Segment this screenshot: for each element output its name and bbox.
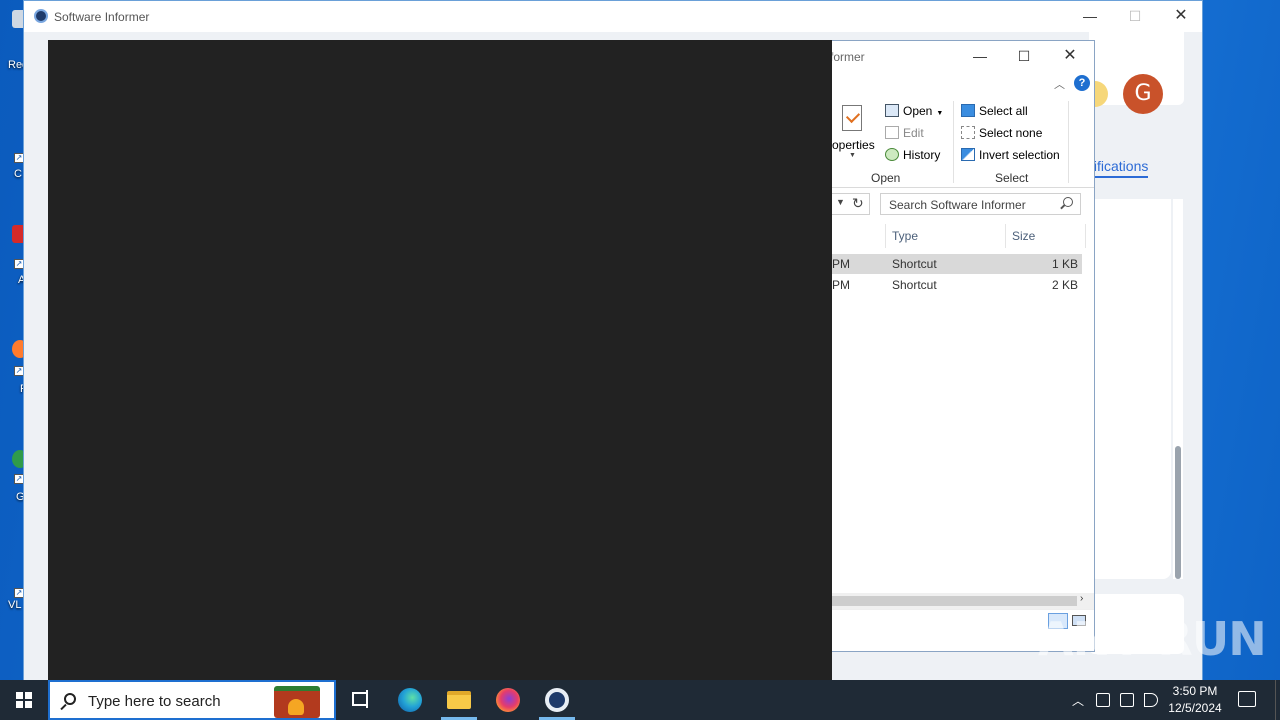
fireplace-search-highlight-icon: [274, 686, 320, 718]
properties-icon[interactable]: [842, 105, 862, 131]
scrollbar-thumb[interactable]: [1175, 446, 1181, 579]
address-bar[interactable]: ▼ ↻: [832, 193, 870, 215]
search-icon: [64, 693, 76, 705]
clock-date: 12/5/2024: [1168, 701, 1222, 715]
select-group-label: Select: [995, 171, 1029, 185]
file-row[interactable]: PM Shortcut 2 KB: [832, 275, 1082, 295]
chevron-down-icon[interactable]: ▼: [836, 197, 845, 207]
taskbar: Type here to search ︿ 3:50 PM 12/5/2024: [0, 680, 1280, 720]
chevron-down-icon[interactable]: ▼: [849, 152, 856, 159]
file-explorer-window: former — ☐ ✕ ︿ ? roperties ▼ Open ▼ Edit …: [832, 40, 1095, 652]
history-icon: [885, 148, 899, 161]
windows-logo-icon: [16, 692, 32, 708]
title-bar[interactable]: Software Informer — ☐ ✕: [24, 1, 1202, 32]
desktop-icon-label: VL: [8, 599, 22, 611]
invert-selection-icon: [961, 148, 975, 161]
ribbon: roperties ▼ Open ▼ Edit History Open Sele…: [832, 97, 1094, 188]
window-title: former: [832, 50, 865, 64]
volume-icon[interactable]: [1144, 693, 1158, 707]
minimize-button[interactable]: —: [958, 41, 1002, 71]
scroll-right-arrow-icon[interactable]: ›: [1080, 593, 1083, 604]
tab-notifications[interactable]: tifications: [1090, 158, 1149, 178]
horizontal-scrollbar[interactable]: ›: [832, 593, 1094, 609]
clock-time: 3:50 PM: [1172, 684, 1218, 698]
ribbon-divider: [953, 101, 954, 183]
edit-icon: [885, 126, 899, 139]
history-label: History: [903, 148, 941, 162]
search-placeholder: Search Software Informer: [889, 198, 1026, 212]
search-placeholder: Type here to search: [88, 693, 221, 710]
software-informer-icon: [545, 688, 569, 712]
notification-center-icon[interactable]: [1238, 691, 1256, 707]
clock[interactable]: 3:50 PM 12/5/2024: [1162, 683, 1228, 717]
invert-selection-button[interactable]: Invert selection: [961, 145, 1060, 165]
firefox-icon: [496, 688, 520, 712]
column-header-size[interactable]: Size: [1012, 224, 1035, 248]
ribbon-divider: [1068, 101, 1069, 183]
show-desktop-button[interactable]: [1275, 680, 1276, 720]
invert-selection-label: Invert selection: [979, 148, 1060, 162]
taskbar-firefox[interactable]: [484, 680, 532, 720]
select-all-icon: [961, 104, 975, 117]
refresh-icon[interactable]: ↻: [852, 195, 864, 212]
taskbar-software-informer[interactable]: [533, 680, 581, 720]
avatar[interactable]: G: [1123, 74, 1163, 114]
notifications-panel: [1089, 199, 1171, 579]
file-row[interactable]: PM Shortcut 1 KB: [832, 254, 1082, 274]
close-button[interactable]: ✕: [1048, 41, 1092, 71]
maximize-button[interactable]: ☐: [1002, 41, 1046, 71]
size-cell: 1 KB: [1051, 257, 1078, 271]
select-none-icon: [961, 126, 975, 139]
history-button[interactable]: History: [885, 145, 940, 165]
edit-label: Edit: [903, 126, 924, 140]
open-icon: [885, 104, 899, 117]
column-headers: Type Size: [832, 224, 1094, 248]
edge-icon: [398, 688, 422, 712]
select-none-button[interactable]: Select none: [961, 123, 1042, 143]
column-header-type[interactable]: Type: [892, 224, 918, 248]
scrollbar-thumb[interactable]: [832, 596, 1077, 606]
task-view-icon: [352, 690, 368, 708]
open-group-label: Open: [871, 171, 901, 185]
help-icon[interactable]: ?: [1074, 75, 1090, 91]
select-all-label: Select all: [979, 104, 1028, 118]
type-cell: Shortcut: [892, 257, 937, 271]
software-informer-logo-icon: [34, 9, 48, 23]
column-divider: [885, 224, 886, 248]
date-modified-cell: PM: [832, 257, 850, 271]
watermark: ANY RUN: [1038, 612, 1267, 666]
select-all-button[interactable]: Select all: [961, 101, 1028, 121]
column-divider: [1085, 224, 1086, 248]
folder-icon: [447, 691, 471, 709]
open-label: Open: [903, 104, 933, 118]
collapse-ribbon-chevron-icon[interactable]: ︿: [1054, 76, 1065, 92]
network-icon[interactable]: [1120, 693, 1134, 707]
chevron-down-icon: ▼: [936, 110, 944, 117]
select-none-label: Select none: [979, 126, 1043, 140]
properties-button[interactable]: roperties: [832, 138, 875, 152]
search-input[interactable]: Search Software Informer: [880, 193, 1081, 215]
type-cell: Shortcut: [892, 278, 937, 292]
show-hidden-icons-chevron-icon[interactable]: ︿: [1072, 692, 1084, 709]
size-cell: 2 KB: [1051, 278, 1078, 292]
date-modified-cell: PM: [832, 278, 850, 292]
column-divider: [1005, 224, 1006, 248]
taskbar-search-input[interactable]: Type here to search: [48, 680, 336, 720]
taskbar-edge[interactable]: [386, 680, 434, 720]
start-button[interactable]: [0, 680, 48, 720]
taskbar-file-explorer[interactable]: [435, 680, 483, 720]
window-title: Software Informer: [54, 10, 150, 24]
blank-dark-window: [48, 40, 832, 680]
meet-now-icon[interactable]: [1096, 693, 1110, 707]
desktop-icon-label: C: [14, 168, 22, 180]
open-button[interactable]: Open ▼: [885, 101, 943, 121]
task-view-button[interactable]: [336, 680, 384, 720]
edit-button[interactable]: Edit: [885, 123, 924, 143]
search-icon: [1063, 197, 1073, 207]
